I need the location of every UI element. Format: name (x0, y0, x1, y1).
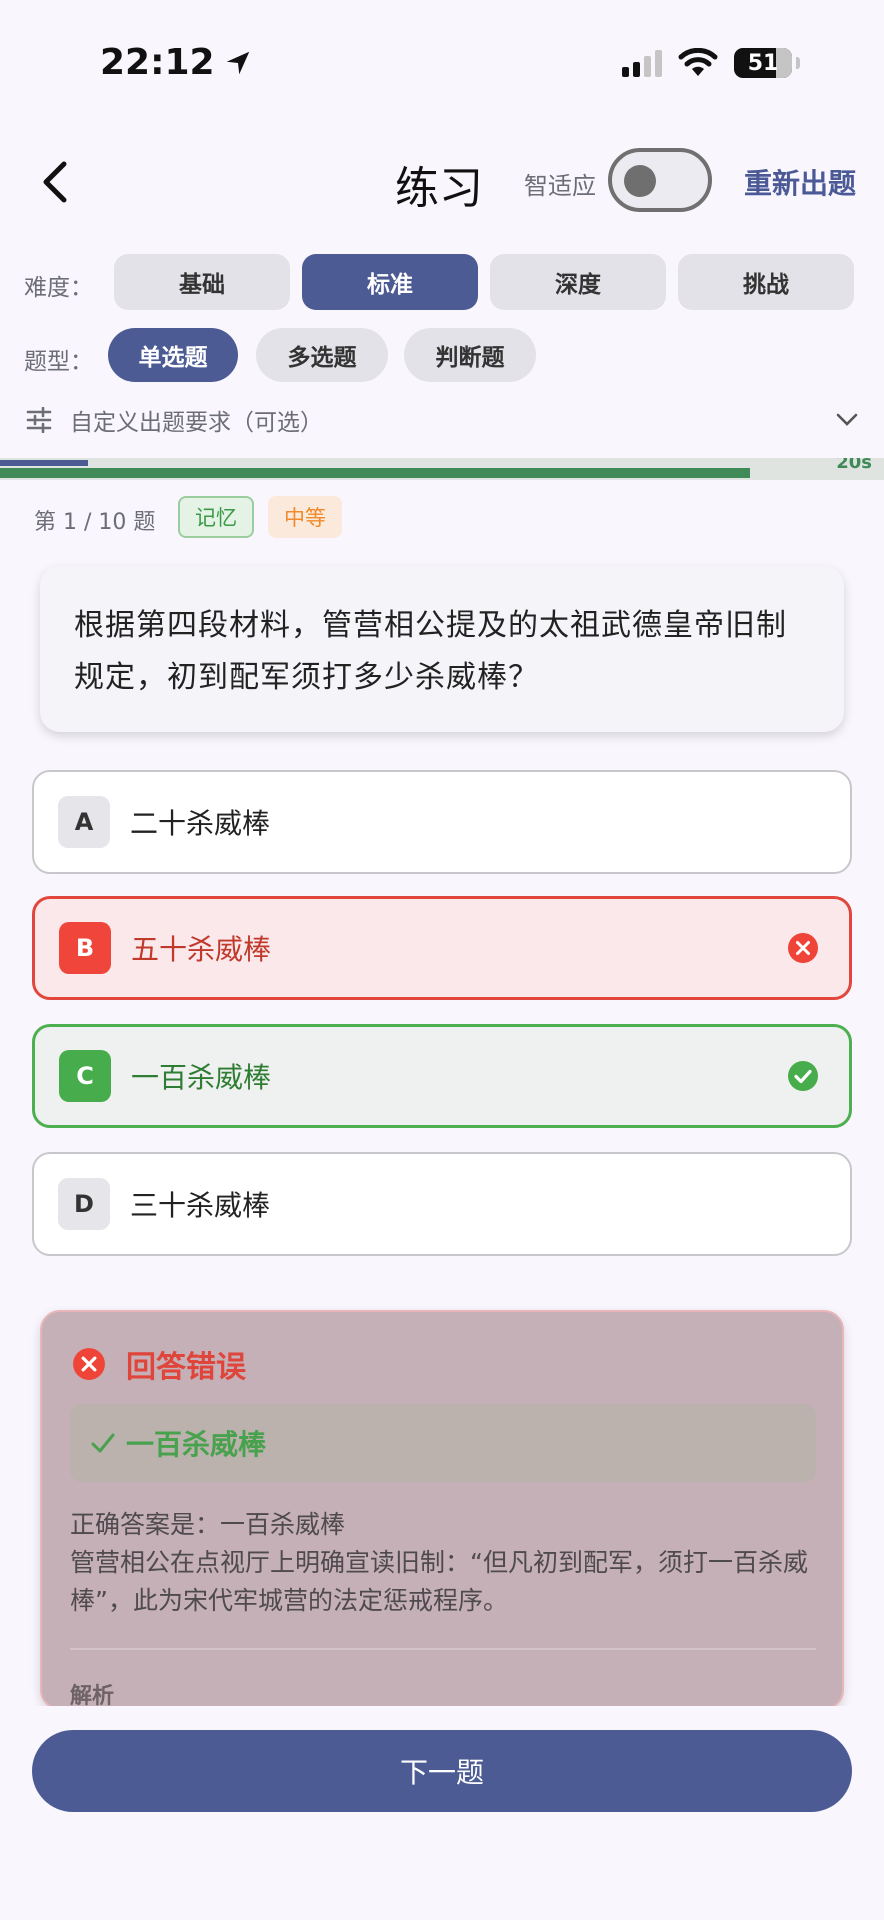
option-d[interactable]: D 三十杀威棒 (32, 1152, 852, 1256)
option-letter: C (59, 1050, 111, 1102)
correct-check-icon (788, 1061, 818, 1091)
option-letter: B (59, 922, 111, 974)
difficulty-label: 难度： (24, 275, 93, 301)
chevron-down-icon (836, 413, 858, 426)
divider (70, 1648, 816, 1650)
adaptive-toggle[interactable] (608, 148, 712, 212)
difficulty-depth[interactable]: 深度 (490, 254, 666, 310)
checkmark-icon (91, 1433, 115, 1453)
chevron-left-icon (43, 161, 67, 203)
difficulty-standard[interactable]: 标准 (302, 254, 478, 310)
clock: 22:12 (100, 42, 215, 83)
correct-answer-text: 一百杀威棒 (126, 1428, 267, 1461)
type-true-false[interactable]: 判断题 (404, 328, 536, 382)
difficulty-basic[interactable]: 基础 (114, 254, 290, 310)
back-button[interactable] (30, 152, 80, 212)
timer-text: 20s (836, 458, 872, 473)
option-letter: D (58, 1178, 110, 1230)
option-text: 一百杀威棒 (131, 1061, 272, 1094)
location-arrow-icon (226, 51, 249, 74)
regenerate-button[interactable]: 重新出题 (744, 162, 856, 202)
error-x-icon (73, 1348, 105, 1380)
difficulty-challenge[interactable]: 挑战 (678, 254, 854, 310)
tag-memory: 记忆 (178, 496, 254, 538)
question-progress-bar (0, 460, 88, 466)
custom-requirement-toggle[interactable]: 自定义出题要求（可选） (26, 400, 858, 440)
feedback-line-2: 管营相公在点视厅上明确宣读旧制：“但凡初到配军，须打一百杀威棒”，此为宋代牢城营… (70, 1548, 808, 1615)
wifi-icon (678, 48, 718, 76)
question-text: 根据第四段材料，管营相公提及的太祖武德皇帝旧制规定，初到配军须打多少杀威棒？ (74, 608, 787, 695)
timer-progress-bar (0, 468, 750, 478)
type-multiple-choice[interactable]: 多选题 (256, 328, 388, 382)
question-type-label: 题型： (24, 349, 93, 375)
toggle-knob (624, 165, 656, 197)
status-time: 22:12 (100, 42, 253, 83)
option-a[interactable]: A 二十杀威棒 (32, 770, 852, 874)
next-question-button[interactable]: 下一题 (32, 1730, 852, 1812)
correct-answer-box: 一百杀威棒 (70, 1404, 816, 1482)
feedback-header: 回答错误 (72, 1342, 246, 1386)
option-b[interactable]: B 五十杀威棒 (32, 896, 852, 1000)
battery-icon: 51 (734, 48, 792, 78)
wrong-x-icon (788, 933, 818, 963)
status-icons: 51 (622, 48, 800, 78)
page-title: 练习 (395, 163, 483, 214)
option-text: 三十杀威棒 (130, 1189, 271, 1222)
option-c[interactable]: C 一百杀威棒 (32, 1024, 852, 1128)
sliders-icon (26, 407, 52, 433)
option-letter: A (58, 796, 110, 848)
type-single-choice[interactable]: 单选题 (108, 328, 238, 382)
battery-level: 51 (747, 50, 779, 76)
feedback-card: 回答错误 一百杀威棒 正确答案是：一百杀威棒 管营相公在点视厅上明确宣读旧制：“… (40, 1310, 844, 1710)
adaptive-label: 智适应 (524, 172, 596, 200)
question-counter: 第 1 / 10 题 (34, 510, 156, 535)
question-card: 根据第四段材料，管营相公提及的太祖武德皇帝旧制规定，初到配军须打多少杀威棒？ (40, 566, 844, 732)
cellular-signal-icon (622, 49, 662, 77)
battery-tip (796, 57, 800, 69)
option-text: 二十杀威棒 (130, 807, 271, 840)
feedback-line-1: 正确答案是：一百杀威棒 (70, 1510, 346, 1539)
feedback-title: 回答错误 (126, 1350, 246, 1385)
tag-medium: 中等 (268, 496, 342, 538)
custom-requirement-label: 自定义出题要求（可选） (70, 410, 323, 436)
feedback-explanation: 正确答案是：一百杀威棒 管营相公在点视厅上明确宣读旧制：“但凡初到配军，须打一百… (70, 1506, 830, 1620)
option-text: 五十杀威棒 (131, 933, 272, 966)
